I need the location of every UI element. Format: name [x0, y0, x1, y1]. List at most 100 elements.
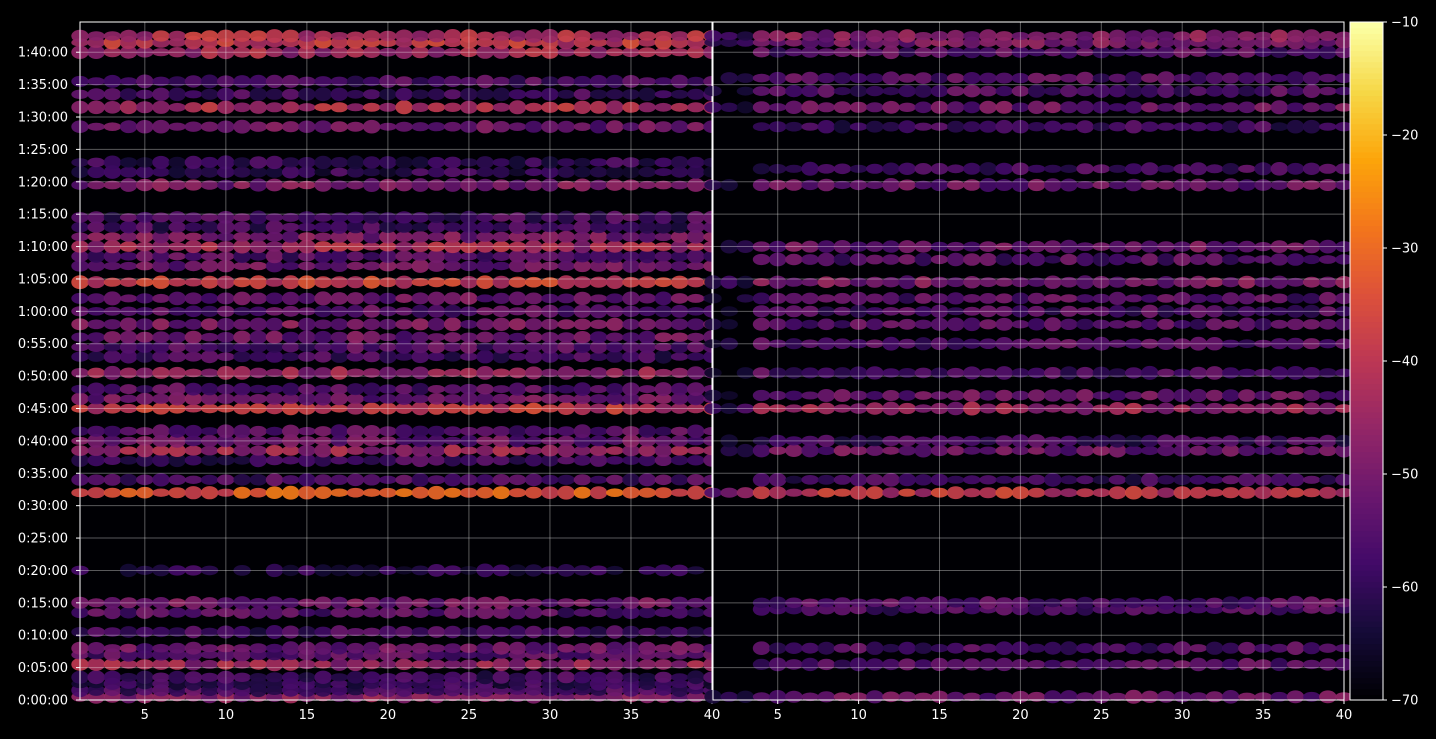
- heatmap-cell: [1270, 643, 1289, 653]
- heatmap-cell: [557, 210, 575, 225]
- x-tick-label: 25: [461, 708, 478, 723]
- colorbar-swatch: [1350, 524, 1383, 532]
- heatmap-cell: [1286, 446, 1305, 455]
- heatmap-cell: [395, 607, 413, 618]
- heatmap-cell: [152, 100, 170, 114]
- heatmap-cell: [492, 385, 510, 394]
- heatmap-cell: [103, 261, 122, 271]
- heatmap-cell: [476, 642, 494, 654]
- heatmap-cell: [395, 211, 413, 224]
- heatmap-cell: [1044, 164, 1062, 173]
- heatmap-cell: [963, 276, 981, 289]
- colorbar-swatch: [1350, 50, 1383, 57]
- heatmap-cell: [87, 474, 105, 486]
- colorbar-swatch: [1350, 632, 1383, 639]
- heatmap-cell: [265, 317, 284, 331]
- heatmap-cell: [508, 382, 527, 396]
- heatmap-cell: [1141, 162, 1159, 176]
- colorbar-swatch: [1350, 451, 1383, 458]
- heatmap-cell: [1157, 103, 1175, 112]
- heatmap-cell: [184, 424, 203, 438]
- colorbar-swatch: [1350, 637, 1383, 645]
- colorbar-swatch: [1350, 146, 1383, 153]
- heatmap-cell: [395, 672, 413, 683]
- heatmap-cell: [1205, 103, 1224, 112]
- heatmap-cell: [736, 275, 755, 289]
- heatmap-cell: [200, 382, 219, 396]
- heatmap-cell: [1044, 86, 1062, 96]
- heatmap-cell: [638, 641, 656, 655]
- heatmap-cell: [508, 167, 527, 177]
- colorbar-swatch: [1350, 304, 1383, 311]
- heatmap-cell: [1157, 276, 1175, 289]
- heatmap-cell: [476, 350, 494, 364]
- heatmap-cell: [395, 384, 413, 395]
- colorbar-swatch: [1350, 72, 1383, 80]
- heatmap-cell: [103, 350, 122, 364]
- heatmap-cell: [346, 446, 365, 455]
- heatmap-cell: [1157, 294, 1175, 303]
- heatmap-cell: [314, 626, 332, 638]
- heatmap-cell: [866, 254, 884, 265]
- heatmap-cell: [87, 454, 105, 467]
- heatmap-cell: [1319, 658, 1337, 671]
- heatmap-cell: [1189, 275, 1208, 289]
- heatmap-cell: [1157, 71, 1175, 85]
- heatmap-cell: [1238, 389, 1256, 402]
- heatmap-cell: [1076, 488, 1094, 498]
- heatmap-cell: [1238, 85, 1256, 97]
- heatmap-cell: [947, 164, 965, 174]
- heatmap-cell: [1205, 641, 1224, 655]
- heatmap-cell: [1205, 318, 1224, 331]
- heatmap-cell: [914, 443, 932, 458]
- colorbar-swatch: [1350, 349, 1383, 356]
- heatmap-cell: [1125, 473, 1143, 486]
- heatmap-cell: [736, 367, 755, 379]
- heatmap-cell: [249, 445, 267, 456]
- heatmap-cell: [606, 341, 624, 353]
- heatmap-cell: [963, 317, 981, 332]
- heatmap-cell: [492, 331, 510, 343]
- heatmap-cell: [87, 31, 105, 41]
- heatmap-cell: [866, 120, 884, 133]
- heatmap-cell: [817, 29, 835, 43]
- heatmap-cell: [282, 607, 300, 618]
- heatmap-cell: [508, 30, 527, 42]
- heatmap-cell: [687, 293, 705, 303]
- heatmap-cell: [444, 317, 462, 332]
- heatmap-cell: [589, 210, 608, 225]
- heatmap-cell: [1189, 388, 1208, 403]
- heatmap-cell: [395, 156, 413, 169]
- heatmap-cell: [119, 473, 138, 486]
- heatmap-cell: [282, 456, 300, 465]
- heatmap-cell: [817, 446, 835, 456]
- heatmap-cell: [882, 254, 900, 265]
- heatmap-cell: [589, 331, 608, 344]
- spectrogram-figure: 5 10 15 20 25 30 35 40 5 10 15 20 25 30 35 40 0:00:00 0:0…: [0, 0, 1436, 739]
- heatmap-cell: [1157, 642, 1175, 654]
- heatmap-cell: [444, 178, 462, 192]
- heatmap-cell: [638, 276, 656, 289]
- heatmap-cell: [1076, 389, 1094, 402]
- heatmap-cell: [1044, 101, 1062, 114]
- heatmap-cell: [168, 382, 186, 396]
- heatmap-cell: [833, 643, 852, 653]
- heatmap-cell: [898, 318, 916, 330]
- heatmap-cell: [346, 251, 365, 262]
- heatmap-cell: [1319, 643, 1337, 653]
- heatmap-cell: [1189, 486, 1208, 499]
- heatmap-cell: [866, 391, 884, 400]
- heatmap-cell: [233, 625, 251, 639]
- heatmap-cell: [330, 488, 348, 497]
- heatmap-cell: [282, 625, 300, 639]
- heatmap-cell: [1302, 84, 1321, 98]
- heatmap-cell: [184, 232, 203, 241]
- heatmap-cell: [1189, 162, 1208, 176]
- heatmap-cell: [525, 454, 543, 467]
- heatmap-cell: [184, 351, 203, 362]
- heatmap-cell: [508, 89, 527, 100]
- heatmap-cell: [866, 293, 884, 304]
- heatmap-cell: [589, 158, 608, 167]
- heatmap-cell: [1205, 85, 1224, 97]
- heatmap-cell: [995, 31, 1013, 41]
